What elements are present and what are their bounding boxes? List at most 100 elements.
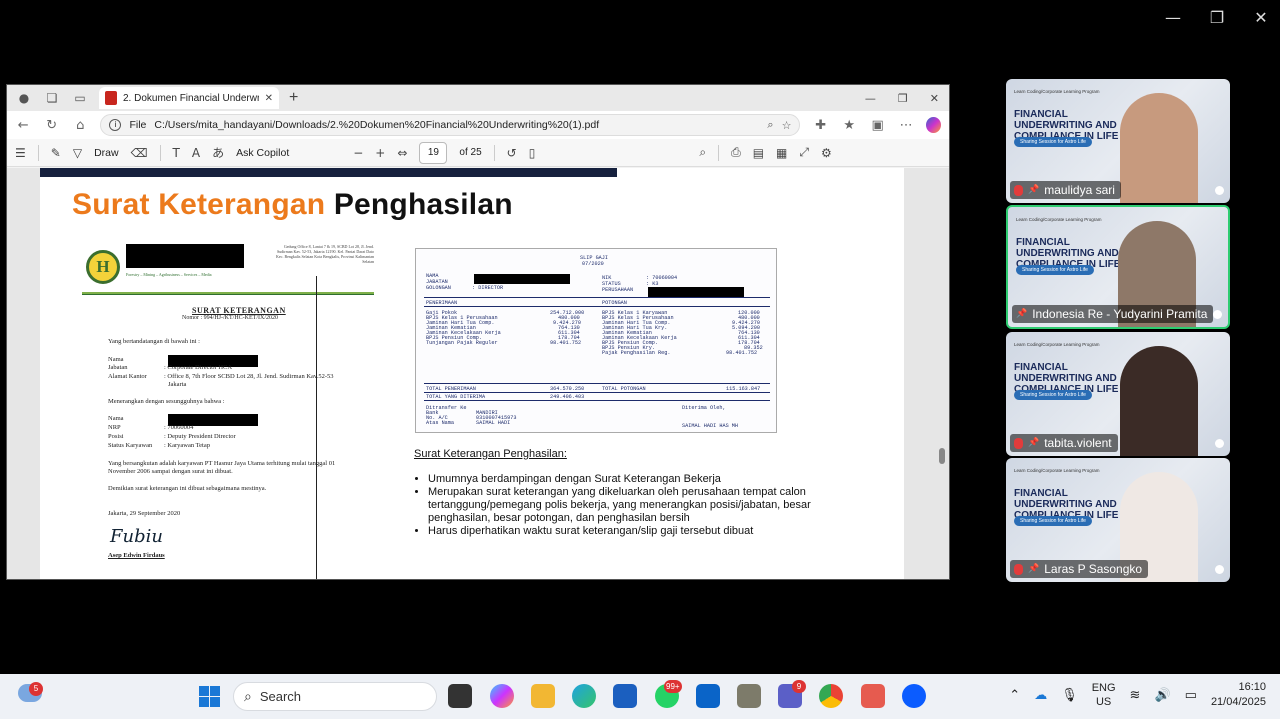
redaction-box <box>126 244 244 268</box>
highlight-icon[interactable]: ✎ <box>51 146 61 160</box>
divider <box>718 144 720 161</box>
slip-label-perusahaan: PERUSAHAAN <box>602 287 634 293</box>
translate-icon[interactable]: あ <box>212 144 224 161</box>
eraser-icon[interactable]: ⌫ <box>131 146 148 160</box>
browser-close-button[interactable]: ✕ <box>930 92 939 105</box>
store-icon[interactable] <box>613 684 637 708</box>
participant-tile[interactable]: Learn Coding/Corporate Learning Program … <box>1006 79 1230 203</box>
outlook-icon[interactable] <box>696 684 720 708</box>
favorites-icon[interactable]: ★ <box>841 118 857 133</box>
browser-minimize-button[interactable]: — <box>865 92 876 105</box>
text-box-icon[interactable]: T <box>173 146 180 160</box>
restore-button[interactable]: ❐ <box>1208 8 1226 27</box>
participant-tile-active-speaker[interactable]: Learn Coding/Corporate Learning Program … <box>1006 205 1230 329</box>
read-aloud-icon[interactable]: A <box>192 146 200 160</box>
find-icon[interactable]: ⌕ <box>767 118 773 132</box>
new-tab-button[interactable]: + <box>289 89 298 107</box>
close-button[interactable]: ✕ <box>1252 8 1270 27</box>
taskbar-search[interactable]: ⌕ Search <box>233 682 437 711</box>
teams-badge: 9 <box>792 680 806 693</box>
pdf-viewer[interactable]: Surat Keterangan Penghasilan H Forestry … <box>7 168 949 579</box>
fullscreen-icon[interactable]: ⤢ <box>799 145 809 160</box>
participant-name: tabita.violent <box>1044 436 1112 450</box>
participant-tile[interactable]: Learn Coding/Corporate Learning Program … <box>1006 332 1230 456</box>
copilot-app-icon[interactable] <box>490 684 514 708</box>
value-status: : Karyawan Tetap <box>164 442 210 449</box>
snipping-tool-icon[interactable] <box>861 684 885 708</box>
wifi-icon[interactable]: ≋ <box>1130 688 1141 703</box>
zoom-out-button[interactable]: − <box>353 146 363 160</box>
volume-icon[interactable]: 🔊 <box>1154 688 1170 703</box>
favorite-star-icon[interactable]: ☆ <box>782 119 792 132</box>
letter-body-1: Yang bersangkutan adalah karyawan PT Has… <box>108 460 336 467</box>
signer-name: Asep Edwin Firdaus <box>108 552 165 559</box>
pdf-scrollbar[interactable] <box>939 168 947 579</box>
task-view-icon[interactable] <box>448 684 472 708</box>
browser-restore-button[interactable]: ❐ <box>898 92 908 105</box>
save-icon[interactable]: ▤ <box>753 146 764 160</box>
zoom-in-button[interactable]: + <box>375 146 385 160</box>
chrome-icon[interactable] <box>819 684 843 708</box>
slip-holder-label: Atas Nama <box>426 420 455 426</box>
search-placeholder: Search <box>259 689 302 704</box>
collections-icon[interactable]: ▣ <box>869 118 885 133</box>
tab-pdf-document[interactable]: 2. Dokumen Financial Underwriting ✕ <box>99 87 279 109</box>
browser-window-controls: — ❐ ✕ <box>865 92 949 105</box>
more-options-icon[interactable] <box>1215 186 1224 195</box>
more-options-icon[interactable] <box>1215 439 1224 448</box>
zoom-app-icon[interactable] <box>902 684 926 708</box>
page-view-icon[interactable]: ▯ <box>529 146 536 160</box>
back-icon[interactable]: ← <box>15 118 31 133</box>
print-icon[interactable]: ⎙ <box>731 145 741 160</box>
save-as-icon[interactable]: ▦ <box>776 146 787 160</box>
ask-copilot-button[interactable]: Ask Copilot <box>236 147 289 159</box>
url-text[interactable]: C:/Users/mita_handayani/Downloads/2.%20D… <box>154 119 759 131</box>
explanation-bullet: Harus diperhatikan waktu surat keteranga… <box>428 525 834 538</box>
info-icon[interactable]: i <box>109 119 122 131</box>
pdf-toolbar: ☰ ✎ ▽ Draw ⌫ T A あ Ask Copilot − + ⇔ 19 … <box>7 139 949 167</box>
address-bar[interactable]: i File C:/Users/mita_handayani/Downloads… <box>100 114 801 136</box>
microphone-icon[interactable]: 🎙 <box>1061 688 1078 703</box>
page-number-input[interactable]: 19 <box>419 141 448 164</box>
participant-tile[interactable]: Learn Coding/Corporate Learning Program … <box>1006 458 1230 582</box>
muted-mic-icon <box>1014 437 1023 449</box>
letterhead-line <box>82 292 374 295</box>
draw-button[interactable]: Draw <box>94 147 119 159</box>
slip-received-by: Diterima Oleh, <box>682 405 726 411</box>
profile-icon[interactable]: ● <box>13 89 35 107</box>
pdf-page: Surat Keterangan Penghasilan H Forestry … <box>40 168 904 579</box>
home-icon[interactable]: ⌂ <box>72 118 88 133</box>
start-button[interactable] <box>199 686 220 707</box>
clock[interactable]: 16:10 21/04/2025 <box>1211 680 1266 710</box>
explanation-block: Surat Keterangan Penghasilan: Umumnya be… <box>414 448 834 538</box>
close-tab-icon[interactable]: ✕ <box>265 93 273 104</box>
rotate-icon[interactable]: ↺ <box>507 146 517 160</box>
minimize-button[interactable]: — <box>1164 8 1182 27</box>
fit-page-icon[interactable]: ⇔ <box>397 146 407 160</box>
banner-pill: Sharing Session for Astro Life <box>1016 265 1094 275</box>
battery-icon[interactable]: ▭ <box>1185 688 1197 703</box>
draw-icon[interactable]: ▽ <box>73 146 82 160</box>
onedrive-icon[interactable]: ☁ <box>1034 688 1047 703</box>
more-options-icon[interactable] <box>1215 565 1224 574</box>
settings-gear-icon[interactable]: ⚙ <box>821 146 832 160</box>
language-indicator[interactable]: ENG US <box>1092 681 1116 709</box>
extensions-icon[interactable]: ✚ <box>812 118 828 133</box>
more-options-icon[interactable] <box>1213 310 1222 319</box>
more-icon[interactable]: ⋯ <box>898 118 914 133</box>
elo-app-icon[interactable] <box>737 684 761 708</box>
workspaces-icon[interactable]: ❏ <box>41 89 63 107</box>
tab-actions-icon[interactable]: ▭ <box>69 89 91 107</box>
contents-icon[interactable]: ☰ <box>15 146 26 160</box>
search-icon[interactable]: ⌕ <box>699 145 706 160</box>
edge-browser-icon[interactable] <box>572 684 596 708</box>
file-explorer-icon[interactable] <box>531 684 555 708</box>
copilot-icon[interactable] <box>926 117 942 133</box>
title-black: Penghasilan <box>333 188 513 221</box>
participant-name: Indonesia Re - Yudyarini Pramita <box>1032 307 1208 321</box>
slip-rule <box>424 306 770 307</box>
scrollbar-thumb[interactable] <box>939 448 945 464</box>
show-hidden-icons-chevron-icon[interactable]: ⌃ <box>1009 688 1020 703</box>
refresh-icon[interactable]: ↻ <box>43 118 59 133</box>
banner-program: Learn Coding/Corporate Learning Program <box>1014 342 1100 347</box>
